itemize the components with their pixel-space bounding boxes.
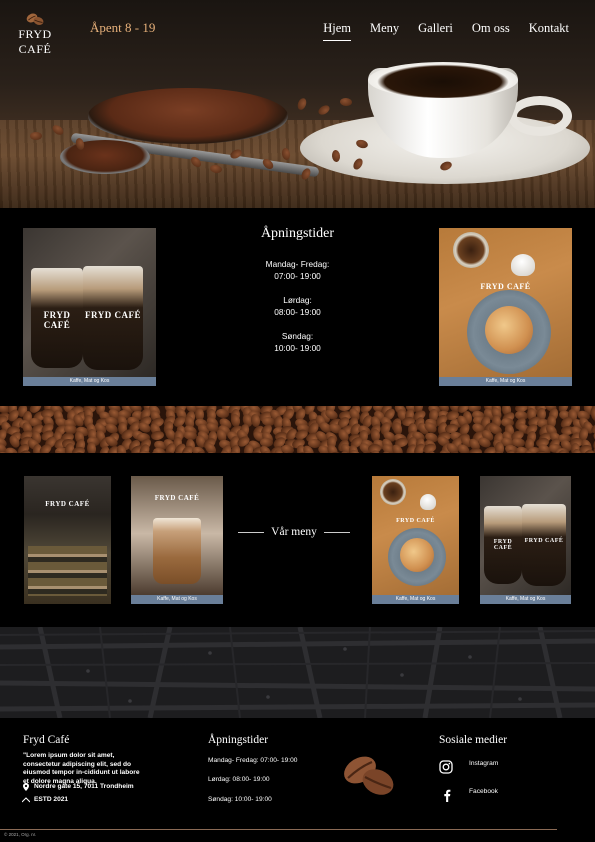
instagram-icon[interactable]: [439, 760, 453, 774]
top-nav: FRYD CAFÉ Åpent 8 - 19 Hjem Meny Galleri…: [0, 0, 595, 56]
footer-divider: [0, 829, 557, 830]
photo-latte: FRYD CAFÉ Kaffe, Mat og Kos: [131, 476, 223, 604]
photo-cafe-counter: FRYD CAFÉ: [24, 476, 111, 604]
hero-cup-top: [368, 62, 518, 98]
espresso-cup: [453, 232, 489, 268]
sunday-time: 10:00- 19:00: [274, 343, 321, 353]
glass-right: FRYD CAFÉ: [83, 266, 143, 370]
espresso-cup: [380, 479, 406, 505]
opening-hours-tag: Åpent 8 - 19: [90, 20, 156, 35]
photo-iced-coffee-cups-small: FRYD CAFÉ FRYD CAFÉ Kaffe, Mat og Kos: [480, 476, 571, 604]
photo-caption: Kaffe, Mat og Kos: [131, 595, 223, 604]
nav-link-om-oss[interactable]: Om oss: [472, 21, 510, 41]
menu-section-title[interactable]: Vår meny: [238, 524, 350, 540]
divider-left: [238, 531, 264, 533]
glass-brand: FRYD CAFÉ: [493, 538, 513, 551]
latte-brand: FRYD CAFÉ: [154, 494, 200, 502]
hero-cup-handle: [508, 96, 572, 136]
coffee-beans-icon: [26, 13, 44, 25]
glass-right: FRYD CAFÉ: [522, 504, 566, 586]
photo-coffee-and-pastry-small: FRYD CAFÉ Kaffe, Mat og Kos: [372, 476, 459, 604]
location-map[interactable]: [0, 627, 595, 718]
footer-hours-weekdays: Mandag- Fredag: 07:00- 19:00: [208, 757, 298, 764]
footer-address: Nordre gate 15, 7011 Trondheim: [34, 783, 134, 790]
croissant: [400, 538, 434, 572]
map-streets: [0, 627, 595, 718]
photo-caption: Kaffe, Mat og Kos: [372, 595, 459, 604]
pastry-brand: FRYD CAFÉ: [396, 518, 435, 524]
main-menu: Hjem Meny Galleri Om oss Kontakt: [304, 21, 569, 41]
hero-banner: FRYD CAFÉ Åpent 8 - 19 Hjem Meny Galleri…: [0, 0, 595, 208]
nav-link-kontakt[interactable]: Kontakt: [529, 21, 569, 41]
footer-hours-title: Åpningstider: [208, 734, 269, 746]
nav-link-galleri[interactable]: Galleri: [418, 21, 453, 41]
logo[interactable]: FRYD CAFÉ: [4, 12, 66, 57]
photo-caption: Kaffe, Mat og Kos: [480, 595, 571, 604]
nav-link-meny[interactable]: Meny: [370, 21, 399, 41]
photo-caption: Kaffe, Mat og Kos: [439, 377, 572, 386]
coffee-bean: [296, 96, 308, 112]
facebook-link[interactable]: Facebook: [469, 788, 498, 797]
counter-brand: FRYD CAFÉ: [45, 500, 90, 508]
glass-brand: FRYD CAFÉ: [524, 538, 564, 545]
milk-jug: [420, 494, 436, 510]
opening-hours-title: Åpningstider: [260, 226, 335, 241]
latte-glass: [153, 518, 201, 584]
photo-iced-coffee-cups: FRYD CAFÉ FRYD CAFÉ Kaffe, Mat og Kos: [23, 228, 156, 386]
logo-text: FRYD CAFÉ: [18, 27, 52, 56]
menu-title-text: Vår meny: [271, 526, 317, 538]
footer-hours-saturday: Lørdag: 08:00- 19:00: [208, 776, 270, 783]
glass-brand: FRYD CAFÉ: [85, 309, 141, 320]
coffee-bean: [339, 97, 353, 107]
glass-left: FRYD CAFÉ: [484, 506, 522, 584]
estd-icon: [22, 797, 30, 803]
opening-hours-block: Åpningstider Mandag- Fredag: 07:00- 19:0…: [225, 226, 370, 354]
location-pin-icon: [23, 783, 29, 791]
photo-caption: Kaffe, Mat og Kos: [23, 377, 156, 386]
saturday-time: 08:00- 19:00: [274, 307, 321, 317]
photo-coffee-and-pastry: FRYD CAFÉ Kaffe, Mat og Kos: [439, 228, 572, 386]
glass-brand: FRYD CAFÉ: [43, 310, 71, 330]
coffee-beans-strip: [0, 406, 595, 453]
saturday-label: Lørdag:: [283, 295, 312, 305]
copyright: © 2021, Org. nr.: [4, 832, 37, 837]
footer-established: ESTD 2021: [34, 796, 69, 803]
milk-jug: [511, 254, 535, 276]
weekdays-time: 07:00- 19:00: [274, 271, 321, 281]
facebook-icon[interactable]: [443, 789, 451, 802]
sunday-label: Søndag:: [281, 331, 314, 341]
coffee-beans-icon: [344, 756, 394, 795]
weekdays-label: Mandag- Fredag:: [265, 259, 330, 269]
coffee-bean: [30, 132, 42, 140]
croissant: [485, 306, 533, 354]
footer-cafe-name: Fryd Café: [23, 734, 70, 746]
footer-lorem: "Lorem ipsum dolor sit amet, consectetur…: [23, 752, 140, 785]
coffee-bean: [150, 430, 165, 442]
divider-right: [323, 531, 350, 533]
footer-hours-sunday: Søndag: 10:00- 19:00: [208, 796, 272, 803]
coffee-bean: [316, 103, 332, 117]
hero-spoon-head: [60, 140, 150, 174]
hero-coffee-bowl: [88, 88, 288, 144]
nav-link-hjem[interactable]: Hjem: [323, 21, 351, 41]
display-shelves: [28, 546, 107, 596]
glass-left: FRYD CAFÉ: [31, 268, 83, 368]
footer-social-title: Sosiale medier: [439, 734, 508, 746]
instagram-link[interactable]: Instagram: [469, 760, 498, 769]
